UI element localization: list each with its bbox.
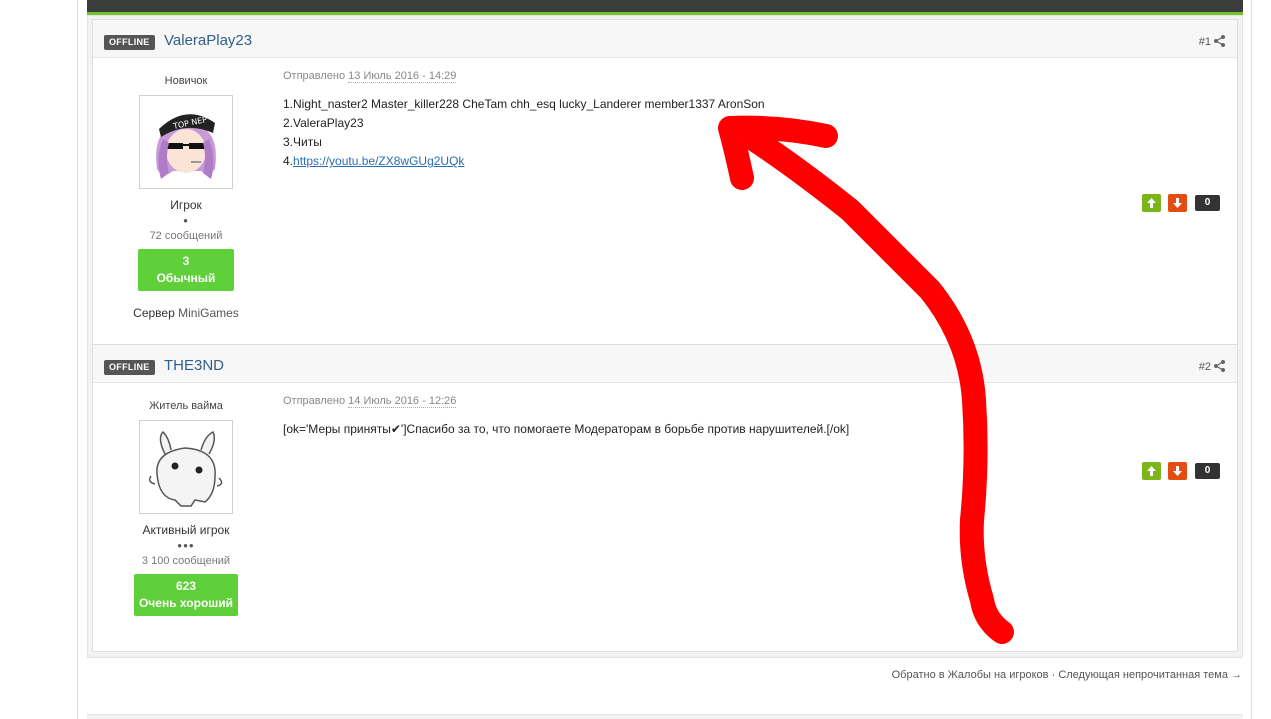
- author-info: Житель вайма Активный игрок ●●● 3 100 со…: [93, 383, 279, 616]
- reputation-badge: 623 Очень хороший: [134, 574, 238, 616]
- share-icon[interactable]: [1214, 35, 1225, 47]
- post-1: OFFLINE ValeraPlay23 #1 Новичок TOP NEP …: [92, 19, 1238, 345]
- posted-label: Отправлено: [283, 70, 346, 82]
- youtube-link[interactable]: https://youtu.be/ZX8wGUg2UQk: [293, 154, 464, 168]
- next-unread-topic-link[interactable]: Следующая непрочитанная тема →: [1058, 669, 1242, 681]
- content-line: [ok='Меры приняты✔']Спасибо за то, что п…: [283, 422, 850, 436]
- content-line: 4.https://youtu.be/ZX8wGUg2UQk: [283, 152, 1237, 171]
- arrow-down-icon: [1173, 466, 1182, 476]
- user-group: Активный игрок: [142, 523, 230, 537]
- posted-info: Отправлено 13 Июль 2016 - 14:29: [283, 70, 1237, 83]
- status-badge: OFFLINE: [104, 35, 155, 50]
- vote-down-button[interactable]: [1168, 462, 1187, 480]
- link-prefix: 4.: [283, 154, 294, 168]
- anime-avatar-icon: TOP NEP: [143, 99, 229, 185]
- content-line: 1.Night_naster2 Master_killer228 CheTam …: [283, 97, 765, 111]
- back-to-forum-link[interactable]: Обратно в Жалобы на игроков: [892, 669, 1049, 681]
- rank-title: Новичок: [164, 75, 208, 87]
- reputation-value: 3: [182, 254, 190, 268]
- vote-up-button[interactable]: [1142, 194, 1161, 212]
- arrow-up-icon: [1147, 198, 1156, 208]
- vote-controls: 0: [1135, 462, 1220, 480]
- server-name: MiniGames: [178, 306, 239, 320]
- posted-date: 14 Июль 2016 - 12:26: [348, 395, 457, 408]
- status-badge: OFFLINE: [104, 360, 155, 375]
- post-author-link[interactable]: ValeraPlay23: [164, 32, 252, 49]
- post-2: OFFLINE THE3ND #2 Житель вайма Активный …: [92, 344, 1238, 652]
- avatar[interactable]: TOP NEP: [139, 95, 233, 189]
- posted-date: 13 Июль 2016 - 14:29: [348, 70, 457, 83]
- post-count: 72 сообщений: [149, 230, 223, 242]
- creature-avatar-icon: [143, 424, 229, 510]
- user-group: Игрок: [170, 198, 202, 212]
- post-header: OFFLINE ValeraPlay23 #1: [93, 20, 1237, 58]
- top-navigation-bar: [87, 0, 1243, 12]
- author-info: Новичок TOP NEP Игрок ● 72 сообщений 3 О…: [93, 58, 279, 320]
- arrow-up-icon: [1147, 466, 1156, 476]
- post-number-link[interactable]: #1: [1199, 36, 1211, 48]
- reputation-label: Обычный: [156, 271, 216, 285]
- post-body: Отправлено 14 Июль 2016 - 12:26 [ok='Мер…: [283, 383, 1237, 480]
- arrow-down-icon: [1173, 198, 1182, 208]
- server-info: Сервер MiniGames: [93, 306, 279, 320]
- content-line: 3.Читы: [283, 135, 322, 149]
- vote-count: 0: [1195, 195, 1220, 211]
- posted-label: Отправлено: [283, 395, 346, 407]
- server-label: Сервер: [133, 306, 175, 320]
- post-content: [ok='Меры приняты✔']Спасибо за то, что п…: [283, 420, 1237, 439]
- footer-separator: ·: [1051, 669, 1056, 681]
- rank-pips: ●: [183, 216, 189, 225]
- post-author-link[interactable]: THE3ND: [164, 357, 224, 374]
- vote-count: 0: [1195, 463, 1220, 479]
- post-body: Отправлено 13 Июль 2016 - 14:29 1.Night_…: [283, 58, 1237, 212]
- avatar[interactable]: [139, 420, 233, 514]
- post-header: OFFLINE THE3ND #2: [93, 345, 1237, 383]
- topic-footer-nav: Обратно в Жалобы на игроков · Следующая …: [892, 669, 1242, 681]
- reputation-value: 623: [175, 579, 197, 593]
- posted-info: Отправлено 14 Июль 2016 - 12:26: [283, 395, 1237, 408]
- vote-controls: 0: [1135, 194, 1220, 212]
- post-count: 3 100 сообщений: [141, 555, 231, 567]
- post-content: 1.Night_naster2 Master_killer228 CheTam …: [283, 95, 1237, 171]
- rank-title: Житель вайма: [149, 400, 223, 412]
- reputation-label: Очень хороший: [138, 596, 234, 610]
- vote-up-button[interactable]: [1142, 462, 1161, 480]
- post-number-link[interactable]: #2: [1199, 361, 1211, 373]
- content-line: 2.ValeraPlay23: [283, 116, 364, 130]
- reputation-badge: 3 Обычный: [138, 249, 234, 291]
- rank-pips: ●●●: [177, 541, 195, 550]
- vote-down-button[interactable]: [1168, 194, 1187, 212]
- share-icon[interactable]: [1214, 360, 1225, 372]
- bottom-strip: [87, 714, 1243, 719]
